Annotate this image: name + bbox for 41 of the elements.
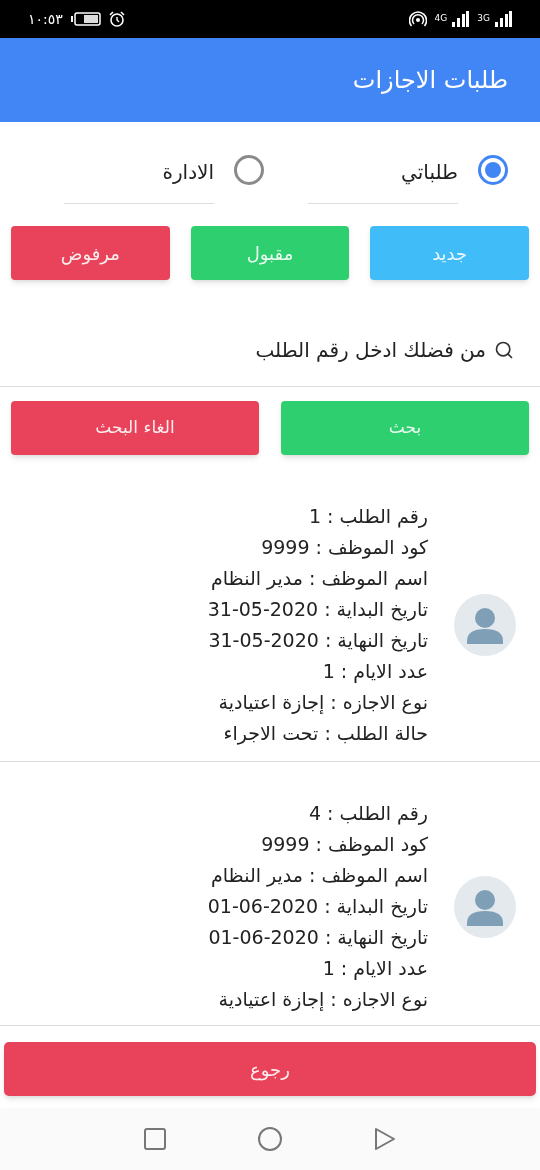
request-detail: اسم الموظف : مدير النظام <box>210 566 428 592</box>
avatar-icon <box>454 875 516 938</box>
network-type: 3G <box>477 12 490 26</box>
request-detail: تاريخ النهاية : 2020-06-01 <box>207 925 428 951</box>
radio-label: الادارة <box>64 140 214 204</box>
search-field[interactable]: من فضلك ادخل رقم الطلب <box>26 335 486 365</box>
avatar-icon <box>454 594 516 656</box>
square-icon[interactable] <box>144 1128 166 1150</box>
request-detail: تاريخ البداية : 2020-06-01 <box>207 894 428 920</box>
filter-button[interactable]: جديد <box>370 226 529 280</box>
request-detail: كود الموظف : 9999 <box>260 832 428 858</box>
hotspot-icon <box>408 11 427 27</box>
request-detail: نوع الاجازه : إجازة اعتيادية <box>217 987 428 1013</box>
app-bar-title: طلبات الاجازات <box>352 65 508 96</box>
request-detail: عدد الايام : 1 <box>321 659 428 685</box>
signal-icon <box>494 11 512 27</box>
radio-label: طلباتي <box>308 140 458 204</box>
search-action-button[interactable]: الغاء البحث <box>11 401 259 455</box>
request-detail: رقم الطلب : 1 <box>307 504 428 530</box>
request-detail: اسم الموظف : مدير النظام <box>210 863 428 889</box>
filter-button[interactable]: مرفوض <box>11 226 170 280</box>
back-button[interactable]: رجوع <box>4 1042 536 1096</box>
filter-button[interactable]: مقبول <box>190 226 350 280</box>
signal-icon <box>451 11 470 27</box>
request-detail: تاريخ النهاية : 2020-05-31 <box>207 628 428 654</box>
request-detail: عدد الايام : 1 <box>321 956 428 982</box>
request-detail: نوع الاجازه : إجازة اعتيادية <box>217 690 428 716</box>
radio-button[interactable] <box>234 155 264 185</box>
request-detail: حالة الطلب : تحت الاجراء <box>222 721 428 747</box>
radio-button[interactable] <box>478 155 508 185</box>
search-action-button[interactable]: بحث <box>281 401 529 455</box>
request-detail: رقم الطلب : 4 <box>307 801 428 827</box>
clock-time: ١٠:٥٣ <box>28 9 63 29</box>
triangle-icon[interactable] <box>374 1127 396 1151</box>
circle-icon[interactable] <box>258 1127 282 1151</box>
battery-icon <box>70 12 101 26</box>
request-detail: تاريخ البداية : 2020-05-31 <box>207 597 428 623</box>
request-detail: كود الموظف : 9999 <box>260 535 428 561</box>
alarm-icon <box>108 11 125 27</box>
network-type: 4G <box>434 12 448 26</box>
search-icon <box>494 340 514 360</box>
